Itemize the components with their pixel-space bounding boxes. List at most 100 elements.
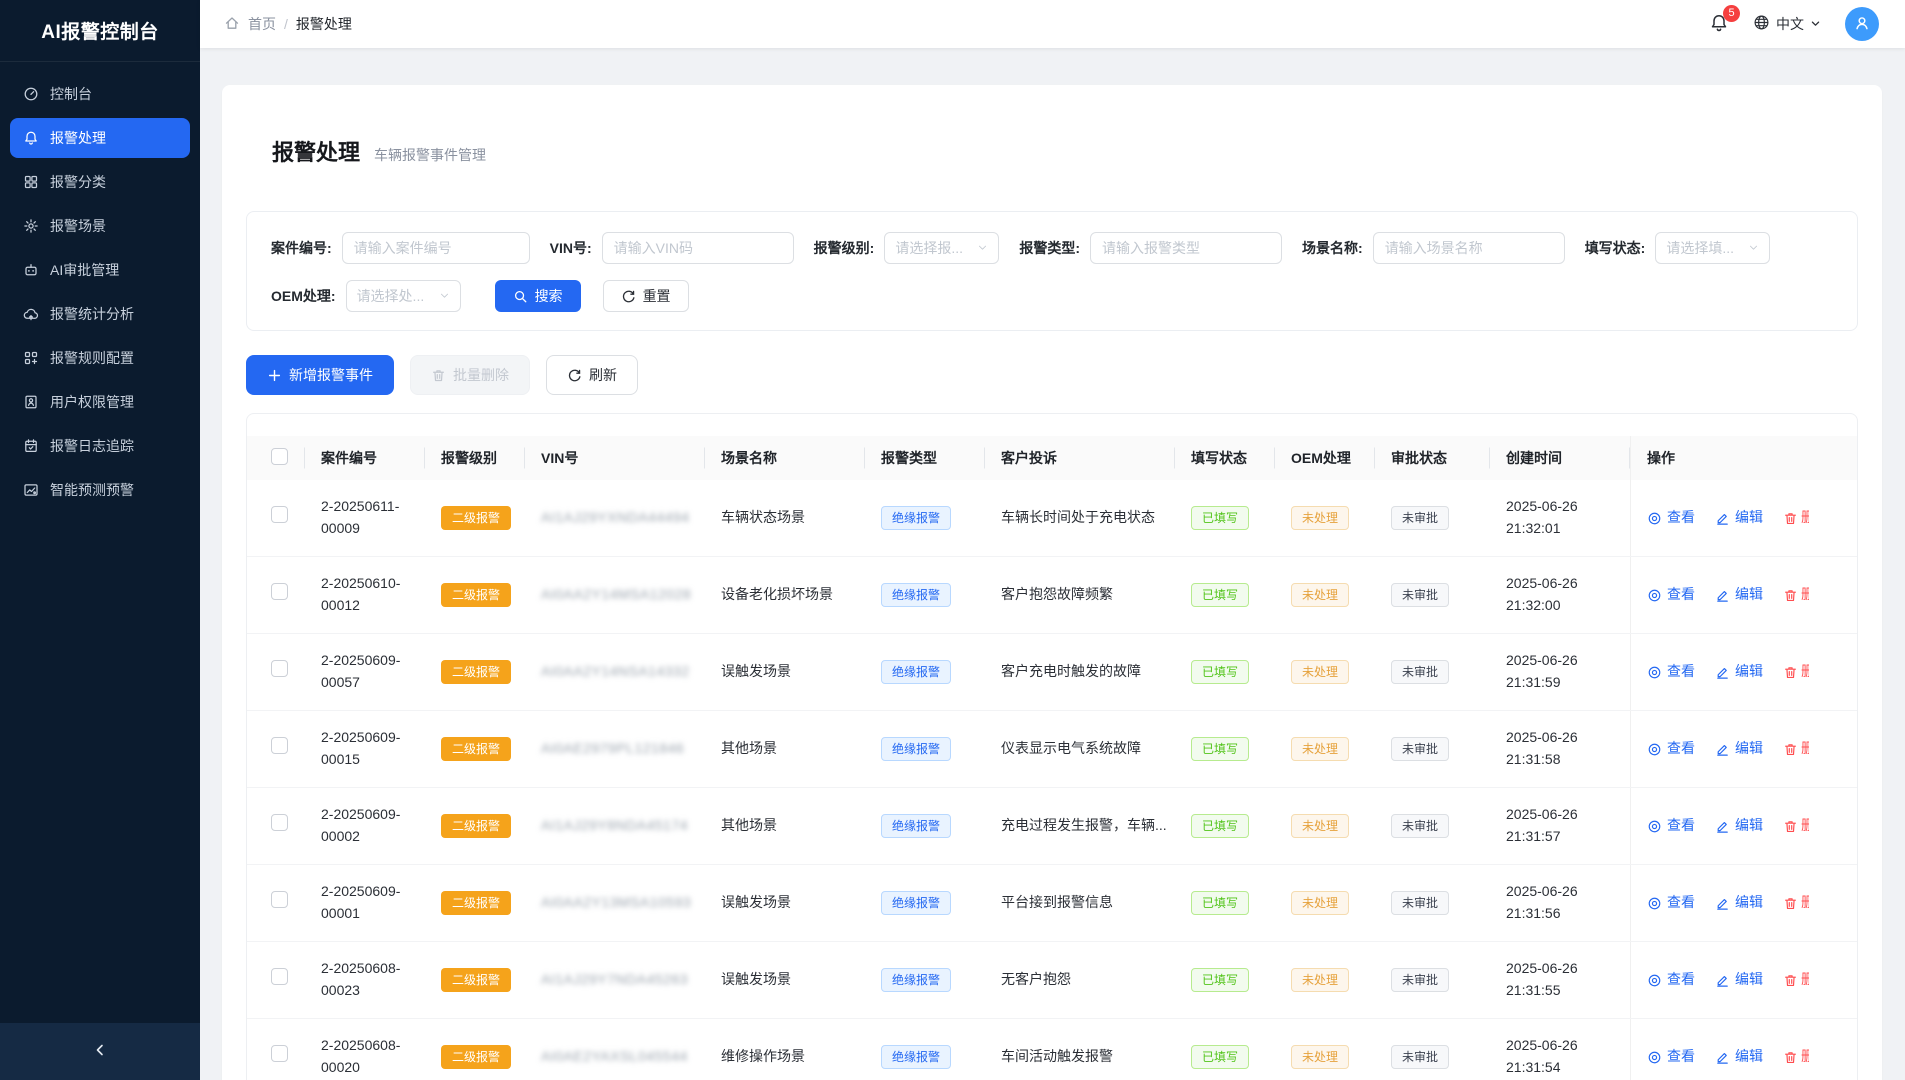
sidebar-item-label: 报警处理 (50, 128, 106, 148)
row-checkbox[interactable] (271, 968, 288, 985)
delete-button[interactable]: 删除 (1783, 969, 1809, 991)
view-button[interactable]: 查看 (1647, 1046, 1695, 1068)
delete-button[interactable]: 删除 (1783, 584, 1809, 606)
alarm-level-cell: 二级报警 (425, 660, 525, 684)
vin-cell: AI0AA2Y13MSA10593 (525, 892, 705, 914)
sidebar-item-7[interactable]: 用户权限管理 (10, 382, 190, 422)
edit-label: 编辑 (1735, 661, 1763, 683)
user-icon (1853, 14, 1871, 35)
view-button[interactable]: 查看 (1647, 815, 1695, 837)
create-date: 2025-06-26 (1506, 881, 1630, 903)
view-button[interactable]: 查看 (1647, 584, 1695, 606)
edit-button[interactable]: 编辑 (1715, 892, 1763, 914)
pencil-icon (1715, 1050, 1730, 1065)
sidebar-item-9[interactable]: 智能预测预警 (10, 470, 190, 510)
edit-button[interactable]: 编辑 (1715, 584, 1763, 606)
select-all-checkbox[interactable] (271, 448, 288, 465)
view-button[interactable]: 查看 (1647, 738, 1695, 760)
sidebar: AI报警控制台 控制台 报警处理 报警分类 报警场景 AI审批管理 报警统计分析… (0, 0, 200, 1080)
create-time: 21:31:57 (1506, 826, 1630, 848)
case-no-input[interactable] (342, 232, 530, 264)
predict-icon (23, 482, 39, 498)
oem-status-select[interactable]: 请选择处... (346, 280, 461, 312)
create-time: 21:31:55 (1506, 980, 1630, 1002)
delete-button[interactable]: 删除 (1783, 661, 1809, 683)
scene-name-field: 场景名称: (1302, 232, 1565, 264)
alarm-type-input[interactable] (1090, 232, 1282, 264)
create-date: 2025-06-26 (1506, 804, 1630, 826)
view-button[interactable]: 查看 (1647, 969, 1695, 991)
edit-button[interactable]: 编辑 (1715, 738, 1763, 760)
sidebar-item-4[interactable]: AI审批管理 (10, 250, 190, 290)
create-time: 21:32:00 (1506, 595, 1630, 617)
language-switcher[interactable]: 中文 (1753, 14, 1821, 34)
create-time-cell: 2025-06-2621:31:58 (1490, 727, 1630, 770)
row-checkbox[interactable] (271, 506, 288, 523)
oem-status-badge: 未处理 (1291, 968, 1349, 992)
view-button[interactable]: 查看 (1647, 661, 1695, 683)
sidebar-collapse-button[interactable] (0, 1023, 200, 1080)
view-button[interactable]: 查看 (1647, 507, 1695, 529)
add-alarm-button[interactable]: 新增报警事件 (246, 355, 394, 395)
sidebar-item-3[interactable]: 报警场景 (10, 206, 190, 246)
notification-button[interactable]: 5 (1709, 13, 1729, 36)
refresh-icon (567, 368, 582, 383)
row-checkbox[interactable] (271, 660, 288, 677)
delete-button[interactable]: 删除 (1783, 892, 1809, 914)
delete-label: 删除 (1801, 969, 1809, 991)
edit-button[interactable]: 编辑 (1715, 661, 1763, 683)
alarm-type-badge: 绝缘报警 (881, 814, 951, 838)
edit-button[interactable]: 编辑 (1715, 969, 1763, 991)
breadcrumb-home[interactable]: 首页 (248, 14, 276, 34)
checkbox-cell (247, 660, 305, 684)
edit-label: 编辑 (1735, 584, 1763, 606)
sidebar-item-8[interactable]: 报警日志追踪 (10, 426, 190, 466)
sidebar-item-5[interactable]: 报警统计分析 (10, 294, 190, 334)
edit-label: 编辑 (1735, 892, 1763, 914)
chevron-left-icon (92, 1042, 108, 1061)
row-checkbox[interactable] (271, 583, 288, 600)
fill-status-select[interactable]: 请选择填... (1655, 232, 1770, 264)
batch-delete-button[interactable]: 批量删除 (410, 355, 530, 395)
scene-name-input[interactable] (1373, 232, 1565, 264)
table-row: 2-20250608-00023 二级报警 AI1AJ29Y7NDA45263 … (247, 942, 1857, 1019)
edit-button[interactable]: 编辑 (1715, 1046, 1763, 1068)
vin-cell: AI1AJ29Y8NDA45174 (525, 815, 705, 837)
row-checkbox[interactable] (271, 737, 288, 754)
view-label: 查看 (1667, 892, 1695, 914)
sidebar-item-6[interactable]: 报警规则配置 (10, 338, 190, 378)
delete-button[interactable]: 删除 (1783, 815, 1809, 837)
search-button[interactable]: 搜索 (495, 280, 581, 312)
sidebar-item-2[interactable]: 报警分类 (10, 162, 190, 202)
reset-button[interactable]: 重置 (603, 280, 689, 312)
alarm-level-select[interactable]: 请选择报... (884, 232, 999, 264)
row-checkbox[interactable] (271, 814, 288, 831)
create-date: 2025-06-26 (1506, 650, 1630, 672)
eye-icon (1647, 665, 1662, 680)
delete-label: 删除 (1801, 584, 1809, 606)
row-checkbox[interactable] (271, 891, 288, 908)
sidebar-item-1[interactable]: 报警处理 (10, 118, 190, 158)
alarm-type-badge: 绝缘报警 (881, 891, 951, 915)
vin-input[interactable] (602, 232, 794, 264)
edit-button[interactable]: 编辑 (1715, 507, 1763, 529)
view-button[interactable]: 查看 (1647, 892, 1695, 914)
complaint-cell: 车间活动触发报警 (985, 1046, 1175, 1068)
edit-button[interactable]: 编辑 (1715, 815, 1763, 837)
oem-status-badge: 未处理 (1291, 737, 1349, 761)
row-checkbox[interactable] (271, 1045, 288, 1062)
approval-status-cell: 未审批 (1375, 814, 1490, 838)
refresh-button[interactable]: 刷新 (546, 355, 638, 395)
column-header-8: 审批状态 (1375, 448, 1490, 468)
pencil-icon (1715, 896, 1730, 911)
delete-label: 删除 (1801, 815, 1809, 837)
vin-value: AI1AJ29Y8NDA45174 (541, 817, 688, 833)
delete-button[interactable]: 删除 (1783, 738, 1809, 760)
avatar[interactable] (1845, 7, 1879, 41)
delete-button[interactable]: 删除 (1783, 507, 1809, 529)
eye-icon (1647, 973, 1662, 988)
column-header-9: 创建时间 (1490, 448, 1630, 468)
checkbox-cell (247, 737, 305, 761)
delete-button[interactable]: 删除 (1783, 1046, 1809, 1068)
sidebar-item-0[interactable]: 控制台 (10, 74, 190, 114)
